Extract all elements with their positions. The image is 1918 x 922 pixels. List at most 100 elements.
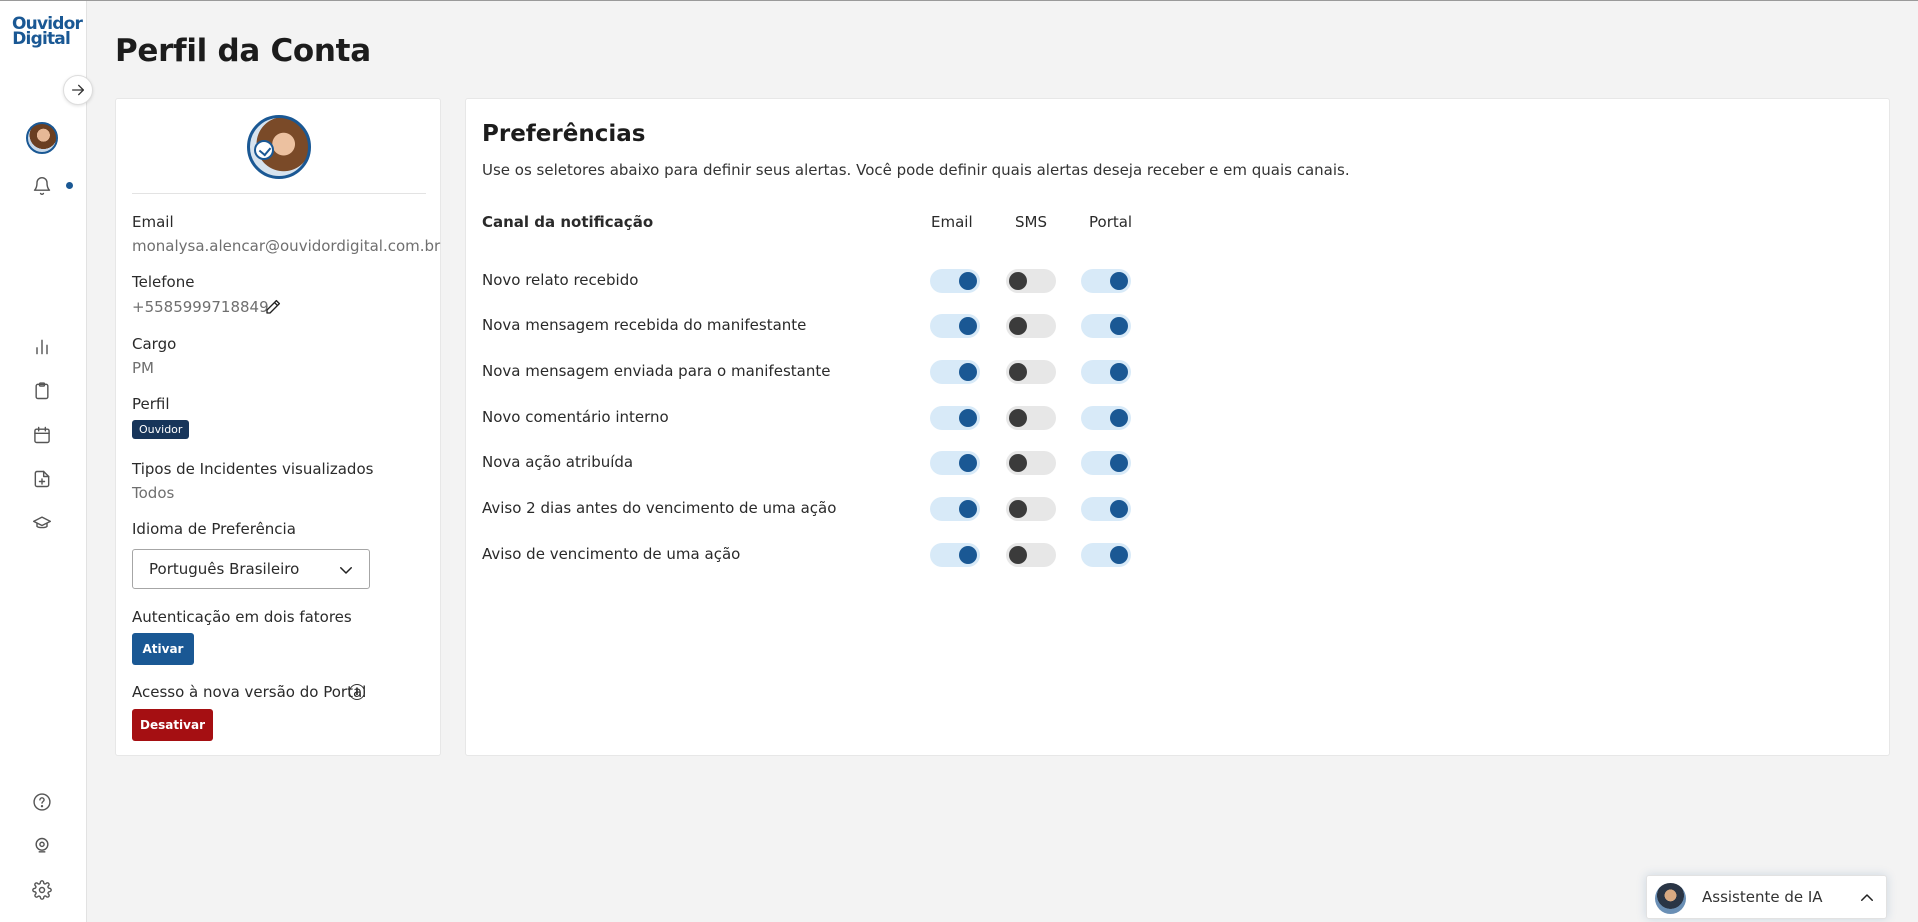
sms-toggle[interactable]	[1006, 406, 1056, 430]
clipboard-icon	[35, 382, 49, 400]
sidebar: Ouvidor Digital	[0, 1, 87, 922]
portal-toggle[interactable]	[1081, 360, 1131, 384]
email-toggle[interactable]	[930, 497, 980, 521]
assistant-label: Assistente de IA	[1702, 888, 1823, 906]
bell-icon	[33, 177, 51, 195]
portal-toggle[interactable]	[1081, 269, 1131, 293]
sidebar-item-location[interactable]	[29, 833, 55, 859]
toggle-knob	[1009, 500, 1027, 518]
sms-toggle[interactable]	[1006, 497, 1056, 521]
sidebar-item-help[interactable]	[29, 789, 55, 815]
role-label: Cargo	[132, 335, 177, 353]
new-portal-label: Acesso à nova versão do Portal	[132, 683, 367, 701]
portal-toggle[interactable]	[1081, 543, 1131, 567]
preference-row-label: Nova mensagem recebida do manifestante	[482, 316, 807, 334]
gear-icon	[32, 880, 52, 900]
email-toggle[interactable]	[930, 360, 980, 384]
role-value: PM	[132, 359, 154, 377]
preference-row-label: Aviso 2 dias antes do vencimento de uma …	[482, 499, 837, 517]
ai-assistant-bar[interactable]: Assistente de IA	[1646, 875, 1887, 919]
toggle-knob	[959, 546, 977, 564]
preferences-title: Preferências	[482, 121, 646, 147]
sms-toggle[interactable]	[1006, 360, 1056, 384]
brand-logo-line2: Digital	[12, 29, 71, 49]
email-toggle[interactable]	[930, 314, 980, 338]
sms-toggle[interactable]	[1006, 269, 1056, 293]
info-icon[interactable]: i	[349, 684, 365, 700]
email-toggle[interactable]	[930, 451, 980, 475]
toggle-knob	[1009, 546, 1027, 564]
toggle-knob	[959, 317, 977, 335]
language-select-value: Português Brasileiro	[149, 560, 300, 578]
verified-badge-icon	[254, 140, 274, 160]
toggle-knob	[1110, 363, 1128, 381]
toggle-knob	[1009, 272, 1027, 290]
pencil-icon	[266, 299, 281, 314]
toggle-knob	[1110, 272, 1128, 290]
phone-value: +5585999718849	[132, 298, 269, 316]
preference-row-label: Aviso de vencimento de uma ação	[482, 545, 741, 563]
edit-phone-button[interactable]	[264, 298, 282, 316]
bar-chart-icon	[36, 339, 48, 355]
expand-sidebar-button[interactable]	[63, 75, 93, 105]
toggle-knob	[1110, 500, 1128, 518]
notification-dot	[66, 182, 73, 189]
profile-badge: Ouvidor	[132, 420, 190, 439]
profile-avatar[interactable]	[247, 115, 311, 179]
sms-toggle[interactable]	[1006, 314, 1056, 338]
sidebar-item-calendar[interactable]	[29, 422, 55, 448]
email-toggle[interactable]	[930, 406, 980, 430]
sms-toggle[interactable]	[1006, 451, 1056, 475]
sidebar-item-dashboard[interactable]	[29, 334, 55, 360]
toggle-knob	[959, 454, 977, 472]
toggle-knob	[959, 272, 977, 290]
preference-row-label: Novo comentário interno	[482, 408, 669, 426]
language-select[interactable]: Português Brasileiro	[132, 549, 370, 589]
preference-row-label: Nova ação atribuída	[482, 453, 634, 471]
toggle-knob	[1110, 546, 1128, 564]
page-title: Perfil da Conta	[115, 33, 371, 69]
notifications-button[interactable]	[29, 173, 55, 199]
toggle-knob	[1110, 317, 1128, 335]
toggle-knob	[1009, 409, 1027, 427]
divider	[132, 193, 426, 194]
toggle-knob	[1009, 363, 1027, 381]
deactivate-portal-button[interactable]: Desativar	[132, 709, 213, 741]
email-label: Email	[132, 213, 174, 231]
arrow-right-icon	[72, 84, 84, 96]
profile-label: Perfil	[132, 395, 170, 413]
portal-toggle[interactable]	[1081, 451, 1131, 475]
sidebar-item-training[interactable]	[29, 510, 55, 536]
portal-toggle[interactable]	[1081, 406, 1131, 430]
chevron-up-icon	[1861, 894, 1873, 901]
preference-row-label: Novo relato recebido	[482, 271, 639, 289]
two-factor-label: Autenticação em dois fatores	[132, 608, 352, 626]
calendar-icon	[34, 426, 50, 444]
portal-column-header: Portal	[1089, 213, 1133, 231]
language-label: Idioma de Preferência	[132, 520, 296, 538]
sidebar-item-new-document[interactable]	[29, 466, 55, 492]
chevron-down-icon	[340, 567, 352, 574]
sms-column-header: SMS	[1015, 213, 1047, 231]
portal-toggle[interactable]	[1081, 497, 1131, 521]
user-avatar[interactable]	[26, 122, 58, 154]
preferences-description: Use os seletores abaixo para definir seu…	[482, 161, 1350, 179]
toggle-knob	[959, 409, 977, 427]
graduation-cap-icon	[32, 516, 52, 529]
toggle-knob	[1110, 454, 1128, 472]
incident-types-label: Tipos de Incidentes visualizados	[132, 460, 374, 478]
sms-toggle[interactable]	[1006, 543, 1056, 567]
brand-logo[interactable]: Ouvidor Digital	[12, 16, 83, 49]
incident-types-value: Todos	[132, 484, 175, 502]
sidebar-item-settings[interactable]	[29, 877, 55, 903]
portal-toggle[interactable]	[1081, 314, 1131, 338]
email-toggle[interactable]	[930, 269, 980, 293]
sidebar-item-reports[interactable]	[29, 378, 55, 404]
activate-2fa-button[interactable]: Ativar	[132, 633, 194, 665]
toggle-knob	[959, 500, 977, 518]
toggle-knob	[1009, 317, 1027, 335]
toggle-knob	[1009, 454, 1027, 472]
email-toggle[interactable]	[930, 543, 980, 567]
channel-column-header: Canal da notificação	[482, 213, 654, 231]
phone-label: Telefone	[132, 273, 195, 291]
